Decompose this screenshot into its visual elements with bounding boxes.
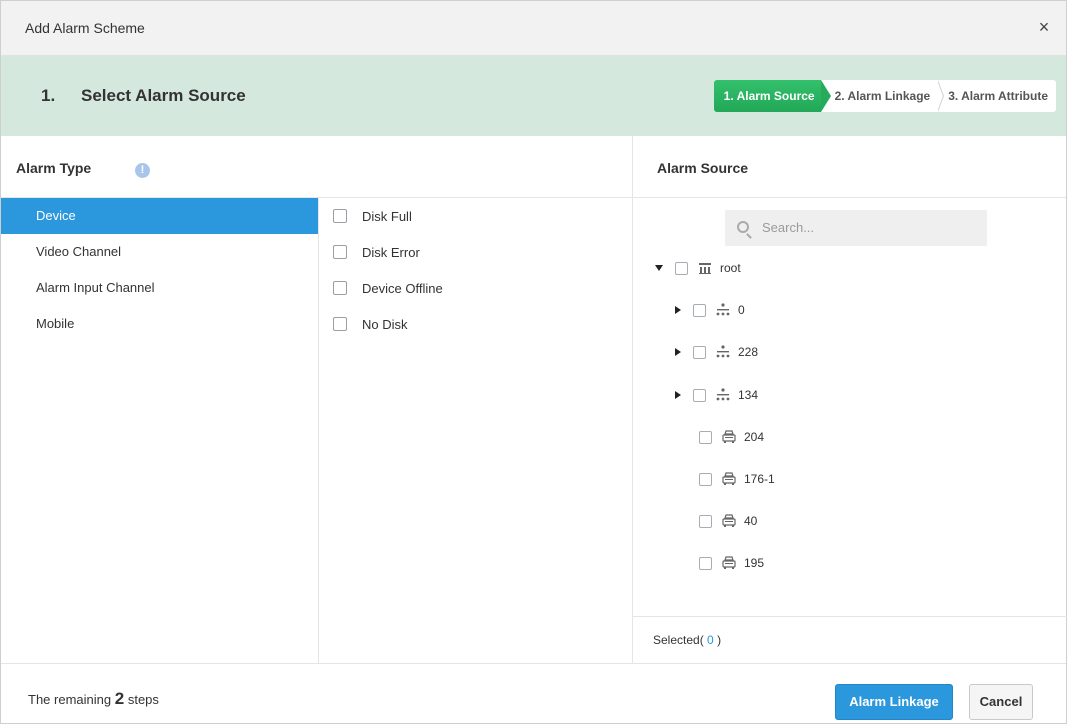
step-progress: 1. Alarm Source 2. Alarm Linkage 3. Alar… (713, 80, 1056, 112)
remaining-count: 2 (114, 689, 125, 708)
alarm-source-header: Alarm Source (633, 136, 1066, 198)
tree-node-vehicle[interactable]: 176-1 (699, 469, 775, 489)
close-icon[interactable]: × (1032, 15, 1056, 39)
add-alarm-scheme-dialog: Add Alarm Scheme × 1. Select Alarm Sourc… (0, 0, 1067, 724)
checkbox[interactable] (675, 261, 688, 275)
tree-node-org[interactable]: 228 (675, 342, 758, 362)
search-placeholder: Search... (762, 220, 815, 235)
dialog-footer: The remaining 2 steps Alarm Linkage Canc… (1, 663, 1066, 725)
vehicle-icon (721, 471, 737, 487)
checkbox[interactable] (699, 556, 712, 570)
dialog-title: Add Alarm Scheme (25, 20, 145, 36)
event-label: Disk Full (362, 208, 412, 224)
checkbox[interactable] (333, 281, 347, 295)
expand-arrow-icon[interactable] (675, 306, 681, 314)
selected-count-text: Selected( 0 ) (653, 633, 721, 647)
tree-node-label: 204 (744, 430, 765, 444)
vehicle-icon (721, 429, 737, 445)
tree-node-label: 195 (744, 556, 765, 570)
selected-count: 0 (707, 633, 714, 647)
tree-node-vehicle[interactable]: 204 (699, 427, 764, 447)
step-title: Select Alarm Source (81, 86, 246, 105)
checkbox[interactable] (333, 317, 347, 331)
tree-node-label: 0 (738, 303, 745, 317)
expand-arrow-icon[interactable] (675, 391, 681, 399)
tree-node-label: 176-1 (744, 472, 775, 486)
checkbox[interactable] (693, 345, 706, 359)
step-alarm-attribute: 3. Alarm Attribute (938, 80, 1056, 112)
vehicle-icon (721, 513, 737, 529)
checkbox[interactable] (699, 430, 712, 444)
expand-arrow-icon[interactable] (655, 265, 663, 271)
event-disk-full[interactable]: Disk Full (319, 198, 632, 234)
alarm-type-header: Alarm Type ! (1, 136, 632, 198)
tree-node-vehicle[interactable]: 195 (699, 553, 764, 573)
org-icon (715, 302, 731, 318)
tree-node-org[interactable]: 0 (675, 300, 745, 320)
alarm-source-panel: Alarm Source Search... root 0 228 134 20… (632, 136, 1067, 663)
type-item-alarm-input-channel[interactable]: Alarm Input Channel (1, 270, 318, 306)
selected-summary: Selected( 0 ) (633, 616, 1067, 663)
step-number: 1. (41, 86, 56, 105)
search-input[interactable]: Search... (725, 210, 987, 246)
vehicle-icon (721, 555, 737, 571)
event-label: Device Offline (362, 280, 443, 296)
search-icon (737, 221, 749, 233)
checkbox[interactable] (333, 209, 347, 223)
tree-node-root[interactable]: root (655, 258, 741, 278)
server-icon (697, 260, 713, 276)
tree-node-label: 40 (744, 514, 758, 528)
event-no-disk[interactable]: No Disk (319, 306, 632, 342)
tree-node-label: root (720, 261, 741, 275)
tree-node-vehicle[interactable]: 40 (699, 511, 757, 531)
cancel-button[interactable]: Cancel (969, 684, 1033, 720)
remaining-suffix: steps (127, 692, 159, 707)
type-item-mobile[interactable]: Mobile (1, 306, 318, 342)
org-icon (715, 387, 731, 403)
event-label: Disk Error (362, 244, 420, 260)
checkbox[interactable] (699, 472, 712, 486)
event-device-offline[interactable]: Device Offline (319, 270, 632, 306)
type-item-video-channel[interactable]: Video Channel (1, 234, 318, 270)
checkbox[interactable] (333, 245, 347, 259)
info-icon[interactable]: ! (135, 163, 150, 178)
checkbox[interactable] (699, 514, 712, 528)
tree-node-label: 228 (738, 345, 759, 359)
event-label: No Disk (362, 316, 408, 332)
selected-close: ) (717, 633, 722, 647)
remaining-steps-text: The remaining 2 steps (28, 689, 159, 709)
type-item-device[interactable]: Device (1, 198, 318, 234)
alarm-type-label: Alarm Type (16, 160, 92, 176)
checkbox[interactable] (693, 303, 706, 317)
remaining-prefix: The remaining (28, 692, 112, 707)
step-header: 1. Select Alarm Source 1. Alarm Source 2… (1, 56, 1066, 136)
tree-node-label: 134 (738, 388, 759, 402)
alarm-type-list: Device Video Channel Alarm Input Channel… (1, 198, 319, 663)
step-alarm-source: 1. Alarm Source (713, 80, 831, 112)
tree-node-org[interactable]: 134 (675, 385, 758, 405)
selected-label: Selected( (653, 633, 704, 647)
expand-arrow-icon[interactable] (675, 348, 681, 356)
checkbox[interactable] (693, 388, 706, 402)
dialog-titlebar: Add Alarm Scheme × (1, 1, 1066, 56)
alarm-source-label: Alarm Source (657, 160, 749, 176)
alarm-event-list: Disk Full Disk Error Device Offline No D… (319, 198, 632, 663)
org-icon (715, 344, 731, 360)
event-disk-error[interactable]: Disk Error (319, 234, 632, 270)
alarm-linkage-button[interactable]: Alarm Linkage (835, 684, 953, 720)
step-alarm-linkage: 2. Alarm Linkage (820, 80, 944, 112)
